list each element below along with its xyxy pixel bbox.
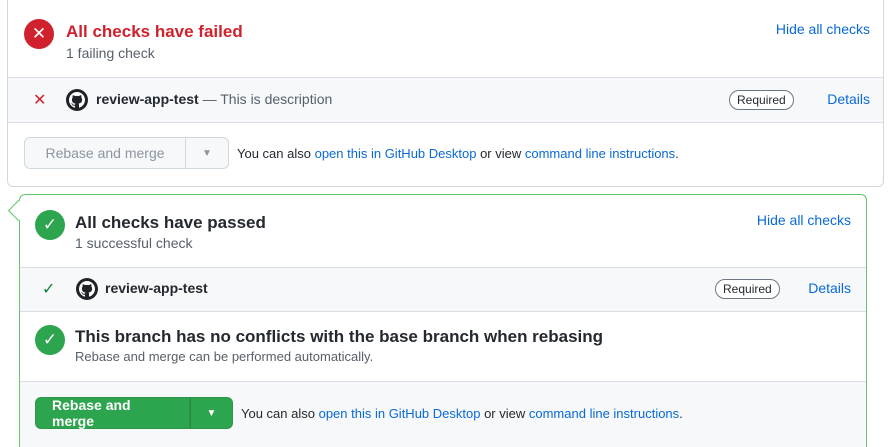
caret-down-icon[interactable]: ▼ bbox=[186, 137, 229, 169]
check-icon: ✓ bbox=[35, 210, 65, 240]
merge-info-prefix: You can also bbox=[241, 406, 319, 421]
failed-title: All checks have failed bbox=[66, 22, 243, 41]
check-name-text: review-app-test bbox=[105, 280, 208, 296]
details-link[interactable]: Details bbox=[827, 91, 870, 107]
no-conflicts-subtitle: Rebase and merge can be performed automa… bbox=[75, 349, 374, 364]
caret-down-icon[interactable]: ▼ bbox=[190, 397, 233, 429]
passed-title: All checks have passed bbox=[75, 213, 266, 232]
merge-info-text: You can also open this in GitHub Desktop… bbox=[241, 406, 683, 421]
check-row-review-app-test: ✓ review-app-test Required Details bbox=[20, 267, 866, 312]
passed-subtitle: 1 successful check bbox=[75, 235, 193, 251]
open-in-desktop-link[interactable]: open this in GitHub Desktop bbox=[319, 406, 481, 421]
hide-all-checks-link[interactable]: Hide all checks bbox=[776, 21, 870, 37]
check-icon: ✓ bbox=[35, 325, 65, 355]
check-name-text: review-app-test bbox=[96, 91, 199, 107]
rebase-and-merge-button[interactable]: Rebase and merge bbox=[24, 137, 186, 169]
x-icon: ✕ bbox=[33, 92, 47, 109]
github-icon bbox=[76, 278, 98, 300]
check-description: — This is description bbox=[202, 91, 333, 107]
open-in-desktop-link[interactable]: open this in GitHub Desktop bbox=[315, 146, 477, 161]
rebase-and-merge-button[interactable]: Rebase and merge bbox=[35, 397, 190, 429]
merge-info-suffix: . bbox=[679, 406, 683, 421]
merge-info-prefix: You can also bbox=[237, 146, 315, 161]
merge-footer: Rebase and merge ▼ You can also open thi… bbox=[20, 381, 866, 447]
failed-checks-panel: ✕ All checks have failed 1 failing check… bbox=[7, 0, 884, 187]
merge-info-middle: or view bbox=[480, 406, 529, 421]
merge-button-group: Rebase and merge ▼ bbox=[35, 397, 233, 429]
check-name: review-app-test — This is description bbox=[96, 91, 332, 107]
merge-info-middle: or view bbox=[476, 146, 525, 161]
check-row-review-app-test: ✕ review-app-test — This is description … bbox=[8, 77, 883, 123]
command-line-link[interactable]: command line instructions bbox=[525, 146, 675, 161]
required-badge: Required bbox=[715, 279, 780, 299]
no-conflicts-title: This branch has no conflicts with the ba… bbox=[75, 327, 604, 346]
github-icon bbox=[66, 89, 88, 111]
passed-checks-panel: ✓ All checks have passed 1 successful ch… bbox=[7, 194, 867, 447]
check-icon: ✓ bbox=[42, 281, 56, 298]
merge-info-text: You can also open this in GitHub Desktop… bbox=[237, 146, 679, 161]
merge-info-suffix: . bbox=[675, 146, 679, 161]
panel-pointer bbox=[7, 199, 30, 222]
hide-all-checks-link[interactable]: Hide all checks bbox=[757, 212, 851, 228]
x-icon: ✕ bbox=[24, 19, 54, 49]
failed-subtitle: 1 failing check bbox=[66, 45, 155, 61]
command-line-link[interactable]: command line instructions bbox=[529, 406, 679, 421]
required-badge: Required bbox=[729, 90, 794, 110]
merge-button-group: Rebase and merge ▼ bbox=[24, 137, 229, 169]
details-link[interactable]: Details bbox=[808, 280, 851, 296]
